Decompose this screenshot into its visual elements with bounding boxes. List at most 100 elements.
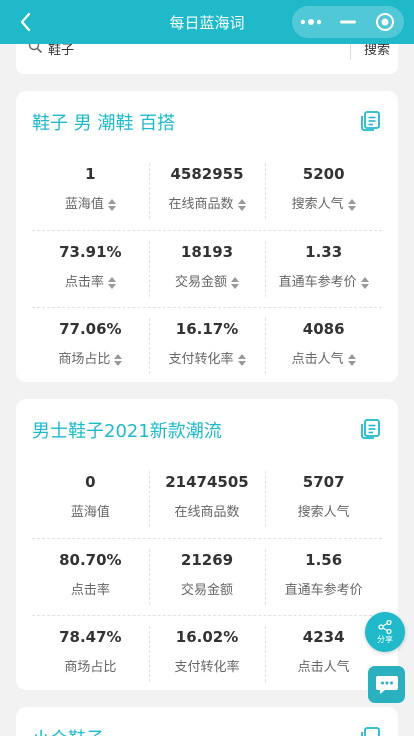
copy-icon[interactable] [358,725,382,736]
keyword-title: 小众鞋子 [32,725,104,736]
metric-label: 商场占比 [64,660,117,675]
chat-button[interactable] [368,666,405,703]
sort-icon [347,354,356,366]
metric-cell: 73.91% 点击率 [32,231,149,307]
metric-value: 77.06% [59,320,122,338]
keyword-card: 鞋子 男 潮鞋 百搭 1 蓝海值 4582955 在线商品数 5200 搜索人气… [16,91,398,382]
metrics-grid: 0 蓝海值 21474505 在线商品数 5707 搜索人气 80.70% 点击… [32,461,382,692]
metric-cell: 0 蓝海值 [32,461,149,538]
mini-program-capsule [292,6,404,38]
target-close-icon [376,13,395,31]
sort-icon [360,277,369,289]
more-button[interactable] [292,6,329,38]
minimize-button[interactable] [329,6,366,38]
sort-header[interactable]: 在线商品数 [169,196,246,214]
minus-icon [339,20,356,24]
sort-header[interactable]: 交易金额 [175,274,240,292]
close-button[interactable] [367,6,404,38]
metric-value: 4582955 [170,165,244,183]
metric-label: 蓝海值 [70,505,110,520]
sort-header[interactable]: 蓝海值 [65,196,116,214]
metric-cell: 16.17% 支付转化率 [148,308,266,384]
metric-cell: 1.33 直通车参考价 [265,231,382,307]
sort-header[interactable]: 直通车参考价 [279,274,369,292]
metric-value: 1.33 [305,243,343,261]
copy-icon[interactable] [358,417,382,441]
sort-icon [347,199,356,211]
sort-icon [237,354,246,366]
metrics-row: 77.06% 商场占比 16.17% 支付转化率 4086 点击人气 [32,307,382,384]
metric-value: 0 [85,473,96,491]
metrics-row: 78.47% 商场占比 16.02% 支付转化率 4234 点击人气 [32,615,382,692]
metric-cell: 77.06% 商场占比 [32,308,149,384]
metric-cell: 5707 搜索人气 [265,461,382,538]
metric-value: 16.02% [175,628,239,646]
copy-icon[interactable] [358,109,382,133]
share-icon [378,619,392,634]
keyword-card: 小众鞋子 [16,707,398,736]
metric-value: 78.47% [59,628,122,646]
metric-label: 搜索人气 [297,505,350,520]
nav-bar: 每日蓝海词 [0,0,414,44]
metric-label: 点击率 [70,583,110,598]
metric-label: 支付转化率 [174,660,240,675]
metrics-row: 80.70% 点击率 21269 交易金额 1.56 直通车参考价 [32,538,382,615]
sort-header[interactable]: 支付转化率 [169,351,246,369]
metric-cell: 21269 交易金额 [148,539,266,615]
sort-header[interactable]: 商场占比 [58,351,123,369]
metric-label: 直通车参考价 [284,583,363,598]
keyword-title: 男士鞋子2021新款潮流 [32,421,222,442]
sort-icon [107,199,116,211]
metric-label: 点击率 [64,275,104,290]
metric-label: 在线商品数 [168,197,234,212]
metric-cell: 5200 搜索人气 [265,153,382,230]
metric-label: 在线商品数 [174,505,240,520]
metric-value: 16.17% [175,320,239,338]
metric-label: 点击人气 [297,660,350,675]
more-dots-icon [300,19,321,25]
metric-value: 5707 [302,473,345,491]
metric-cell: 78.47% 商场占比 [32,616,149,692]
metric-label: 商场占比 [58,352,111,367]
metric-label: 点击人气 [291,352,344,367]
metric-label: 蓝海值 [64,197,104,212]
share-label: 分享 [377,634,393,644]
metric-value: 4086 [302,320,345,338]
metric-value: 1.56 [305,551,343,569]
sort-header[interactable]: 点击人气 [292,351,356,369]
metric-value: 80.70% [59,551,122,569]
keyword-card: 男士鞋子2021新款潮流 0 蓝海值 21474505 在线商品数 5707 搜… [16,399,398,690]
sort-header[interactable]: 点击率 [65,274,116,292]
keyword-title: 鞋子 男 潮鞋 百搭 [32,113,176,134]
metric-cell: 1 蓝海值 [32,153,149,230]
sort-icon [107,277,116,289]
metric-label: 搜索人气 [291,197,344,212]
chat-bubble-icon [375,675,398,694]
metric-value: 1 [85,165,96,183]
sort-icon [114,354,123,366]
sort-icon [237,199,246,211]
metric-label: 交易金额 [181,583,234,598]
metric-cell: 21474505 在线商品数 [148,461,266,538]
metric-cell: 16.02% 支付转化率 [148,616,266,692]
metric-cell: 1.56 直通车参考价 [265,539,382,615]
metric-cell: 80.70% 点击率 [32,539,149,615]
sort-header[interactable]: 搜索人气 [292,196,356,214]
metric-value: 21269 [180,551,234,569]
metrics-row: 0 蓝海值 21474505 在线商品数 5707 搜索人气 [32,461,382,538]
metric-cell: 4582955 在线商品数 [148,153,266,230]
metrics-row: 1 蓝海值 4582955 在线商品数 5200 搜索人气 [32,153,382,230]
metric-label: 交易金额 [175,275,228,290]
metrics-row: 73.91% 点击率 18193 交易金额 1.33 直通车参考价 [32,230,382,307]
metric-value: 18193 [180,243,234,261]
share-button[interactable]: 分享 [365,612,405,652]
metric-label: 直通车参考价 [278,275,357,290]
metric-label: 支付转化率 [168,352,234,367]
metric-cell: 4086 点击人气 [265,308,382,384]
metric-value: 5200 [302,165,345,183]
metrics-grid: 1 蓝海值 4582955 在线商品数 5200 搜索人气 73.91% 点击率… [32,153,382,384]
metric-value: 73.91% [59,243,122,261]
metric-cell: 18193 交易金额 [148,231,266,307]
metric-value: 21474505 [165,473,249,491]
sort-icon [231,277,240,289]
